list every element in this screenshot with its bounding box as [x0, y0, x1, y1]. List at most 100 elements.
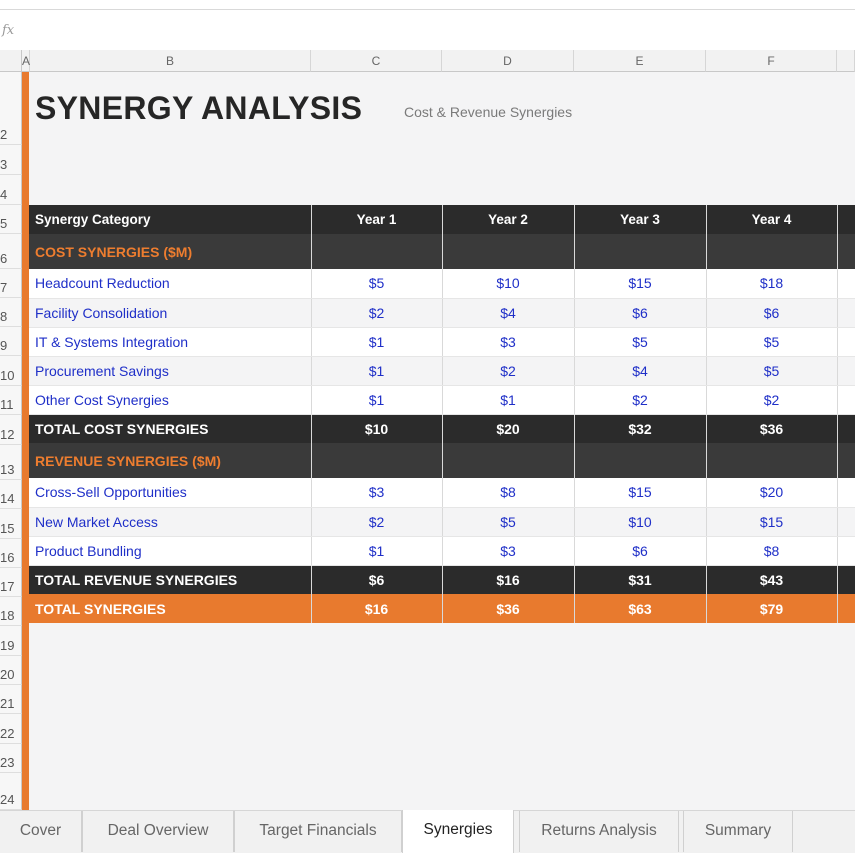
- row-header[interactable]: 23: [0, 744, 22, 773]
- total-cell[interactable]: $10: [311, 414, 443, 443]
- formula-bar[interactable]: fx: [0, 9, 855, 51]
- cell[interactable]: [311, 234, 443, 269]
- column-header-e[interactable]: E: [574, 50, 706, 72]
- total-cell[interactable]: $43: [706, 565, 838, 594]
- row-label[interactable]: Product Bundling: [29, 536, 312, 566]
- cell[interactable]: [706, 443, 838, 478]
- header-cell[interactable]: Year 3: [574, 205, 707, 234]
- grand-total-cell[interactable]: $63: [574, 594, 707, 623]
- value-cell[interactable]: $8: [706, 536, 838, 566]
- row-header[interactable]: 24: [0, 773, 22, 810]
- grand-total-cell[interactable]: $16: [311, 594, 443, 623]
- value-cell[interactable]: $5: [442, 507, 575, 537]
- cell[interactable]: [837, 478, 855, 508]
- value-cell[interactable]: $10: [574, 507, 707, 537]
- value-cell[interactable]: $1: [442, 385, 575, 415]
- row-header[interactable]: 17: [0, 568, 22, 597]
- header-cell[interactable]: Year 4: [706, 205, 838, 234]
- select-all-corner[interactable]: [0, 50, 22, 72]
- total-cell[interactable]: $16: [442, 565, 575, 594]
- value-cell[interactable]: $1: [311, 385, 443, 415]
- total-label[interactable]: TOTAL REVENUE SYNERGIES: [29, 565, 312, 594]
- header-cell[interactable]: Synergy Category: [29, 205, 312, 234]
- cell[interactable]: [837, 414, 855, 443]
- column-header-a[interactable]: A: [22, 50, 30, 72]
- total-label[interactable]: TOTAL COST SYNERGIES: [29, 414, 312, 443]
- header-cell[interactable]: Year 2: [442, 205, 575, 234]
- tab-summary[interactable]: Summary: [683, 811, 793, 852]
- row-header[interactable]: 22: [0, 714, 22, 744]
- cell[interactable]: [837, 565, 855, 594]
- row-header[interactable]: 16: [0, 539, 22, 568]
- cell[interactable]: [837, 356, 855, 386]
- value-cell[interactable]: $6: [706, 298, 838, 328]
- column-header-c[interactable]: C: [311, 50, 442, 72]
- row-label[interactable]: Other Cost Synergies: [29, 385, 312, 415]
- total-cell[interactable]: $31: [574, 565, 707, 594]
- row-header[interactable]: 9: [0, 327, 22, 356]
- value-cell[interactable]: $4: [442, 298, 575, 328]
- value-cell[interactable]: $3: [442, 536, 575, 566]
- cell[interactable]: [442, 443, 575, 478]
- row-label[interactable]: Facility Consolidation: [29, 298, 312, 328]
- value-cell[interactable]: $15: [574, 478, 707, 508]
- value-cell[interactable]: $18: [706, 269, 838, 299]
- row-header[interactable]: 13: [0, 445, 22, 480]
- row-header[interactable]: 14: [0, 480, 22, 509]
- value-cell[interactable]: $1: [311, 536, 443, 566]
- section-label[interactable]: COST SYNERGIES ($M): [29, 234, 312, 269]
- row-label[interactable]: New Market Access: [29, 507, 312, 537]
- cell[interactable]: [837, 385, 855, 415]
- cell[interactable]: [837, 269, 855, 299]
- column-header-b[interactable]: B: [30, 50, 311, 72]
- cell[interactable]: [574, 234, 707, 269]
- page-subtitle[interactable]: Cost & Revenue Synergies: [404, 104, 572, 120]
- value-cell[interactable]: $6: [574, 536, 707, 566]
- row-header[interactable]: 18: [0, 597, 22, 626]
- row-header[interactable]: 2: [0, 72, 22, 145]
- grand-total-cell[interactable]: $36: [442, 594, 575, 623]
- row-header[interactable]: 5: [0, 205, 22, 234]
- tab-returns-analysis[interactable]: Returns Analysis: [519, 811, 679, 852]
- value-cell[interactable]: $5: [574, 327, 707, 357]
- cell[interactable]: [837, 507, 855, 537]
- column-header-g[interactable]: [837, 50, 855, 72]
- row-header[interactable]: 11: [0, 386, 22, 415]
- row-header[interactable]: 19: [0, 626, 22, 656]
- value-cell[interactable]: $6: [574, 298, 707, 328]
- cell[interactable]: [837, 594, 855, 623]
- cell[interactable]: [837, 327, 855, 357]
- header-cell[interactable]: Year 1: [311, 205, 443, 234]
- row-header[interactable]: 3: [0, 145, 22, 175]
- value-cell[interactable]: $5: [706, 327, 838, 357]
- value-cell[interactable]: $1: [311, 327, 443, 357]
- row-label[interactable]: Procurement Savings: [29, 356, 312, 386]
- row-header[interactable]: 10: [0, 356, 22, 386]
- tab-cover[interactable]: Cover: [0, 811, 82, 852]
- column-header-d[interactable]: D: [442, 50, 574, 72]
- value-cell[interactable]: $2: [706, 385, 838, 415]
- value-cell[interactable]: $5: [311, 269, 443, 299]
- row-header[interactable]: 6: [0, 234, 22, 269]
- row-label[interactable]: IT & Systems Integration: [29, 327, 312, 357]
- value-cell[interactable]: $4: [574, 356, 707, 386]
- cell[interactable]: [837, 234, 855, 269]
- total-cell[interactable]: $20: [442, 414, 575, 443]
- value-cell[interactable]: $2: [311, 298, 443, 328]
- total-cell[interactable]: $32: [574, 414, 707, 443]
- cell[interactable]: [574, 443, 707, 478]
- value-cell[interactable]: $5: [706, 356, 838, 386]
- value-cell[interactable]: $10: [442, 269, 575, 299]
- row-label[interactable]: Cross-Sell Opportunities: [29, 478, 312, 508]
- column-header-f[interactable]: F: [706, 50, 837, 72]
- total-cell[interactable]: $6: [311, 565, 443, 594]
- grand-total-cell[interactable]: $79: [706, 594, 838, 623]
- value-cell[interactable]: $2: [442, 356, 575, 386]
- row-label[interactable]: Headcount Reduction: [29, 269, 312, 299]
- row-header[interactable]: 12: [0, 415, 22, 445]
- total-cell[interactable]: $36: [706, 414, 838, 443]
- value-cell[interactable]: $1: [311, 356, 443, 386]
- row-header[interactable]: 4: [0, 175, 22, 205]
- row-header[interactable]: 15: [0, 509, 22, 539]
- row-header[interactable]: 7: [0, 269, 22, 298]
